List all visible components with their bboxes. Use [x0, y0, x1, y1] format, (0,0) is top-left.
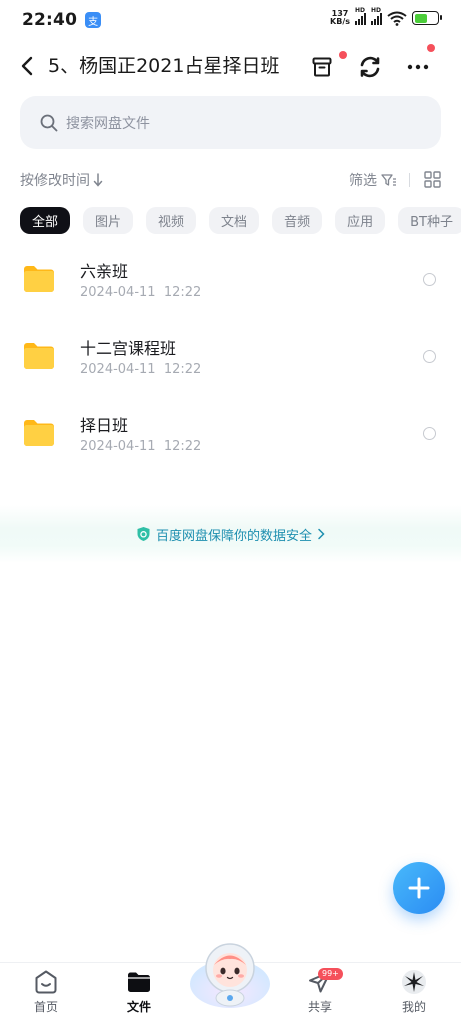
network-speed: 137 KB/s [330, 10, 350, 26]
chevron-right-icon [318, 528, 325, 540]
search-input[interactable]: 搜索网盘文件 [20, 96, 441, 149]
file-date: 2024-04-11 [80, 285, 156, 300]
category-chips: 全部 图片 视频 文档 音频 应用 BT种子 [20, 207, 461, 235]
filter-label: 筛选 [349, 173, 377, 189]
search-icon [40, 114, 58, 131]
nav-me[interactable]: 我的 [384, 969, 444, 1015]
page-title: 5、杨国正2021占星择日班 [48, 55, 280, 77]
signal-icon: HD [355, 7, 366, 25]
nav-home[interactable]: 首页 [16, 969, 76, 1015]
nav-files-label: 文件 [126, 1000, 151, 1014]
sort-by-modified-button[interactable]: 按修改时间 [20, 170, 103, 190]
search-placeholder: 搜索网盘文件 [66, 115, 150, 132]
nav-files[interactable]: 文件 [109, 969, 169, 1015]
wifi-icon [387, 11, 407, 26]
chip-images[interactable]: 图片 [83, 207, 134, 234]
file-name: 十二宫课程班 [80, 339, 177, 358]
file-modified-time: 2024-04-11 12:22 [80, 285, 201, 300]
select-checkbox[interactable] [423, 427, 436, 440]
folder-row[interactable]: 择日班 2024-04-11 12:22 [0, 401, 461, 478]
battery-icon [412, 11, 442, 25]
nav-share-label: 共享 [307, 1000, 332, 1014]
file-modified-time: 2024-04-11 12:22 [80, 362, 201, 377]
battery-fill [414, 13, 427, 23]
file-date: 2024-04-11 [80, 439, 156, 454]
status-time: 22:40 [22, 10, 78, 30]
sync-icon [360, 56, 380, 78]
more-dots-icon [407, 64, 429, 70]
signal-icon-2: HD [371, 7, 382, 25]
nav-me-label: 我的 [401, 1000, 426, 1014]
more-menu-button[interactable] [403, 44, 435, 82]
share-badge: 99+ [318, 968, 343, 980]
folder-row[interactable]: 十二宫课程班 2024-04-11 12:22 [0, 324, 461, 401]
file-name: 择日班 [80, 416, 129, 435]
sync-button[interactable] [355, 52, 385, 82]
alipay-notification-icon: 支 [85, 12, 102, 28]
folder-filled-icon [128, 972, 150, 992]
nav-share[interactable]: 99+ 共享 [290, 968, 350, 1015]
back-arrow-icon[interactable] [16, 54, 40, 78]
avatar [402, 970, 426, 994]
nav-home-label: 首页 [33, 1000, 58, 1014]
file-list: 六亲班 2024-04-11 12:22 十二宫课程班 2024-04-11 1… [0, 247, 461, 478]
file-time: 12:22 [163, 285, 202, 300]
status-indicators: 137 KB/s HD HD [330, 7, 442, 26]
filter-icon [381, 174, 396, 186]
file-modified-time: 2024-04-11 12:22 [80, 439, 201, 454]
chip-bt-torrents[interactable]: BT种子 [398, 207, 461, 234]
grid-view-icon[interactable] [424, 171, 441, 188]
archive-box-icon [312, 57, 332, 77]
add-button[interactable] [393, 862, 445, 914]
security-banner[interactable]: 百度网盘保障你的数据安全 [0, 505, 461, 563]
chip-audio[interactable]: 音频 [272, 207, 323, 234]
network-speed-unit: KB/s [330, 17, 350, 26]
status-bar: 22:40 支 137 KB/s HD HD [0, 0, 461, 40]
divider [409, 173, 410, 187]
archive-notification-dot [339, 51, 347, 59]
shield-icon [137, 527, 150, 541]
chip-videos[interactable]: 视频 [146, 207, 197, 234]
filter-button[interactable]: 筛选 [349, 170, 397, 190]
arrow-down-icon [93, 173, 103, 187]
archive-button[interactable] [307, 51, 347, 82]
sort-toolbar: 按修改时间 筛选 [20, 168, 441, 192]
file-name: 六亲班 [80, 262, 129, 281]
file-date: 2024-04-11 [80, 362, 156, 377]
header: 5、杨国正2021占星择日班 [0, 44, 461, 88]
hd-label: HD [355, 7, 366, 14]
folder-icon [24, 266, 54, 292]
select-checkbox[interactable] [423, 273, 436, 286]
chip-apps[interactable]: 应用 [335, 207, 386, 234]
folder-row[interactable]: 六亲班 2024-04-11 12:22 [0, 247, 461, 324]
select-checkbox[interactable] [423, 350, 436, 363]
folder-icon [24, 343, 54, 369]
chip-all[interactable]: 全部 [20, 207, 71, 234]
home-face-icon [35, 970, 57, 994]
file-time: 12:22 [163, 439, 202, 454]
file-time: 12:22 [163, 362, 202, 377]
more-notification-dot [427, 44, 435, 52]
folder-icon [24, 420, 54, 446]
sort-label: 按修改时间 [20, 173, 90, 189]
hd-label-2: HD [371, 7, 382, 14]
mascot-assistant-icon[interactable] [189, 940, 271, 1010]
plus-icon [408, 877, 430, 899]
chip-documents[interactable]: 文档 [209, 207, 260, 234]
security-banner-text: 百度网盘保障你的数据安全 [155, 528, 312, 544]
